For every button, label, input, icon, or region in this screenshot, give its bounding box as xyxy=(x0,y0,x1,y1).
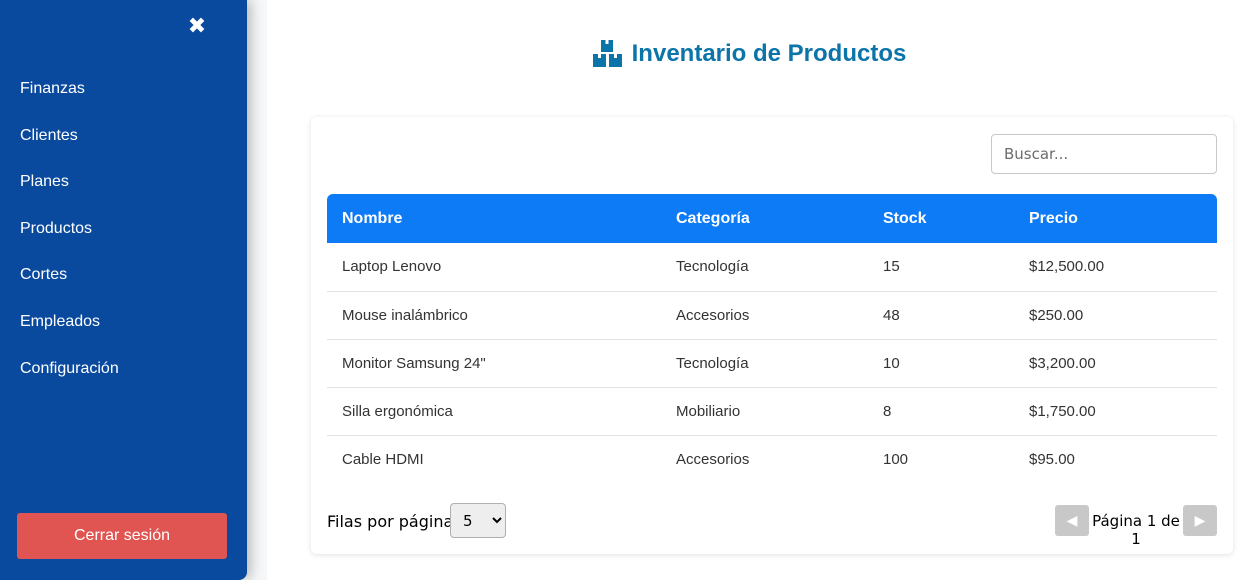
table-row[interactable]: Mouse inalámbrico Accesorios 48 $250.00 xyxy=(327,291,1217,340)
cell-nombre: Laptop Lenovo xyxy=(327,243,661,292)
table-row[interactable]: Laptop Lenovo Tecnología 15 $12,500.00 xyxy=(327,243,1217,292)
table-header-row: Nombre Categoría Stock Precio xyxy=(327,194,1217,243)
column-header-nombre[interactable]: Nombre xyxy=(327,194,661,243)
rows-per-page-label: Filas por página: xyxy=(327,512,459,531)
cell-nombre: Monitor Samsung 24" xyxy=(327,339,661,388)
cell-categoria: Accesorios xyxy=(676,450,750,468)
column-header-stock[interactable]: Stock xyxy=(868,194,1014,243)
logout-button[interactable]: Cerrar sesión xyxy=(17,513,227,559)
sidebar-item-cortes[interactable]: Cortes xyxy=(0,258,247,305)
boxes-icon xyxy=(592,40,622,67)
cell-precio: $12,500.00 xyxy=(1014,243,1217,292)
close-icon[interactable]: ✖ xyxy=(186,14,208,38)
cell-categoria: Tecnología xyxy=(661,339,868,388)
page-title-text: Inventario de Productos xyxy=(631,40,907,67)
page-title: Inventario de Productos xyxy=(247,40,1252,68)
next-page-button[interactable]: ▶ xyxy=(1183,505,1217,536)
sidebar-nav: Finanzas Clientes Planes Productos Corte… xyxy=(0,72,247,398)
cell-stock: 10 xyxy=(868,339,1014,388)
sidebar-item-configuracion[interactable]: Configuración xyxy=(0,352,247,399)
cell-nombre: Cable HDMI xyxy=(342,450,424,468)
table-row[interactable]: Silla ergonómica Mobiliario 8 $1,750.00 xyxy=(327,387,1217,436)
table-row[interactable]: Monitor Samsung 24" Tecnología 10 $3,200… xyxy=(327,339,1217,388)
cell-categoria: Mobiliario xyxy=(661,387,868,436)
cell-categoria: Tecnología xyxy=(661,243,868,292)
cell-stock: 100 xyxy=(883,450,909,468)
sidebar-item-planes[interactable]: Planes xyxy=(0,165,247,212)
products-card: Nombre Categoría Stock Precio Laptop Len… xyxy=(311,117,1233,554)
prev-page-button[interactable]: ◀ xyxy=(1055,505,1089,536)
cell-precio: $95.00 xyxy=(1029,450,1075,468)
column-header-precio[interactable]: Precio xyxy=(1014,194,1217,243)
table-row[interactable]: Cable HDMI Accesorios 100 $95.00 xyxy=(327,435,1217,483)
sidebar-item-finanzas[interactable]: Finanzas xyxy=(0,72,247,119)
cell-nombre: Mouse inalámbrico xyxy=(327,291,661,340)
cell-precio: $1,750.00 xyxy=(1014,387,1217,436)
column-header-categoria[interactable]: Categoría xyxy=(661,194,868,243)
page-info: Página 1 de 1 xyxy=(1092,512,1180,548)
cell-nombre: Silla ergonómica xyxy=(327,387,661,436)
cell-categoria: Accesorios xyxy=(661,291,868,340)
search-input[interactable] xyxy=(991,134,1217,174)
cell-precio: $3,200.00 xyxy=(1014,339,1217,388)
sidebar-item-empleados[interactable]: Empleados xyxy=(0,305,247,352)
sidebar-item-productos[interactable]: Productos xyxy=(0,212,247,259)
sidebar-item-clientes[interactable]: Clientes xyxy=(0,119,247,166)
cell-stock: 8 xyxy=(868,387,1014,436)
rows-per-page-select[interactable]: 5 xyxy=(450,503,506,538)
cell-precio: $250.00 xyxy=(1014,291,1217,340)
cell-stock: 48 xyxy=(868,291,1014,340)
cell-stock: 15 xyxy=(868,243,1014,292)
products-table: Nombre Categoría Stock Precio Laptop Len… xyxy=(327,194,1217,483)
sidebar: ✖ Finanzas Clientes Planes Productos Cor… xyxy=(0,0,247,580)
